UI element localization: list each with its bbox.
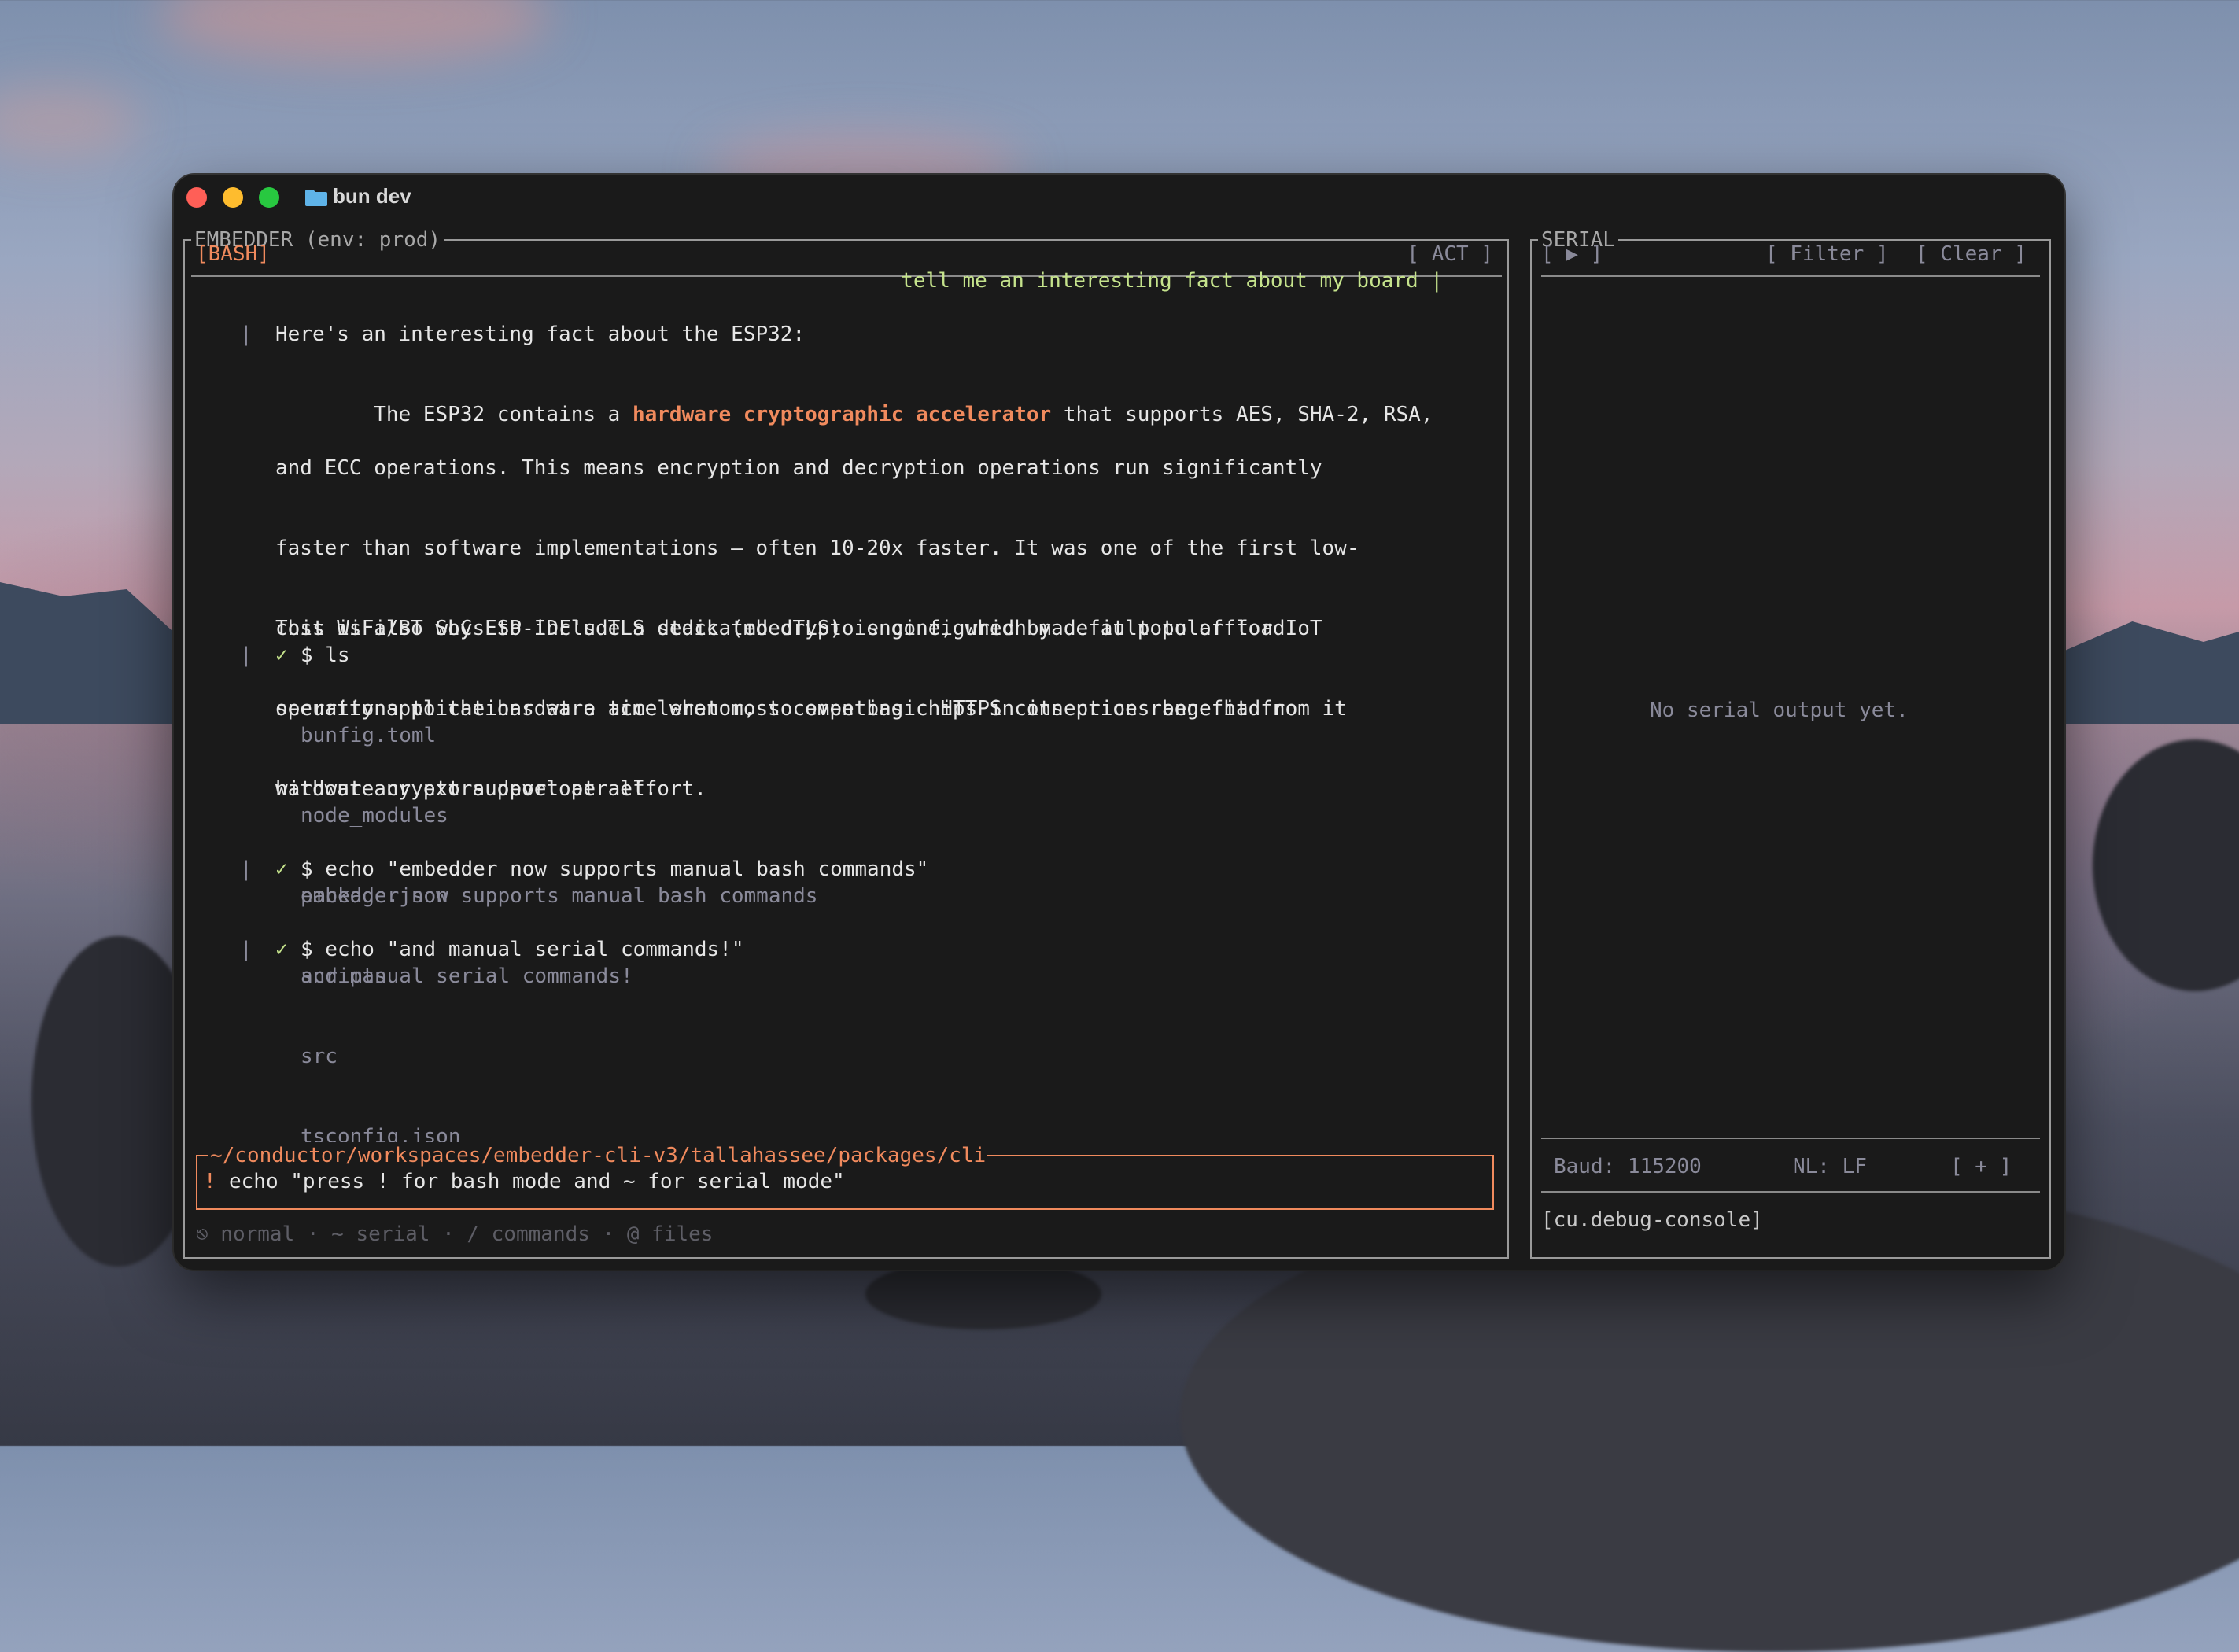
minimize-button[interactable] — [223, 187, 243, 208]
window-title: bun dev — [333, 184, 411, 208]
serial-pane: SERIAL [ ▶ ] [ Filter ] [ Clear ] No ser… — [1530, 227, 2051, 1259]
cwd-path: ~/conductor/workspaces/embedder-cli-v3/t… — [208, 1142, 988, 1169]
command-text: $ ls — [301, 643, 350, 667]
folder-icon — [305, 190, 327, 206]
bash-prefix: ! — [204, 1170, 216, 1193]
newline-setting[interactable]: NL: LF — [1793, 1153, 1867, 1180]
check-icon: ✓ — [275, 643, 288, 667]
keybinding-hints: ⎋ normal · ~ serial · / commands · @ fil… — [196, 1222, 714, 1246]
add-button[interactable]: [ + ] — [1950, 1153, 2012, 1180]
serial-device[interactable]: [cu.debug-console] — [1541, 1207, 1763, 1233]
mode-badge: [BASH] — [196, 242, 270, 266]
close-button[interactable] — [186, 187, 207, 208]
serial-header-divider — [1541, 275, 2040, 277]
title-bar: bun dev — [174, 175, 2064, 222]
embedder-pane: EMBEDDER (env: prod) [BASH] [ ACT ] tell… — [183, 227, 1509, 1259]
response-bar: | — [240, 323, 253, 346]
serial-device-divider — [1541, 1191, 2040, 1193]
command-text: $ echo "embedder now supports manual bas… — [301, 857, 929, 881]
check-icon: ✓ — [275, 857, 288, 881]
serial-footer-divider — [1541, 1138, 2040, 1139]
command-input[interactable]: echo "press ! for bash mode and ~ for se… — [229, 1168, 845, 1195]
command-output: embedder now supports manual bash comman… — [301, 884, 818, 908]
act-button[interactable]: [ ACT ] — [1407, 241, 1493, 267]
baud-rate[interactable]: Baud: 115200 — [1554, 1153, 1702, 1180]
terminal-window: bun dev EMBEDDER (env: prod) [BASH] [ AC… — [174, 175, 2064, 1270]
command-input-box[interactable]: ~/conductor/workspaces/embedder-cli-v3/t… — [196, 1142, 1494, 1210]
serial-empty-message: No serial output yet. — [1650, 699, 1909, 722]
command-output: and manual serial commands! — [301, 964, 633, 988]
filter-button[interactable]: [ Filter ] — [1765, 241, 1889, 267]
highlight-term: hardware cryptographic accelerator — [632, 403, 1052, 426]
zoom-button[interactable] — [259, 187, 279, 208]
check-icon: ✓ — [275, 938, 288, 961]
command-text: $ echo "and manual serial commands!" — [301, 938, 744, 961]
user-message: tell me an interesting fact about my boa… — [901, 269, 1443, 293]
response-intro: Here's an interesting fact about the ESP… — [275, 323, 806, 346]
clear-button[interactable]: [ Clear ] — [1916, 241, 2027, 267]
play-button[interactable]: [ ▶ ] — [1541, 241, 1603, 267]
